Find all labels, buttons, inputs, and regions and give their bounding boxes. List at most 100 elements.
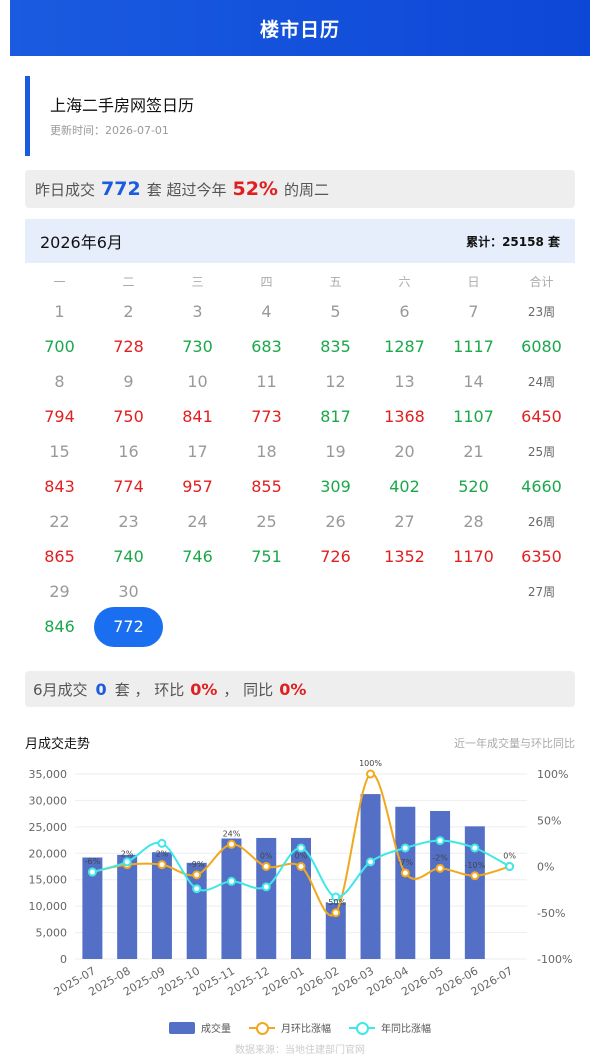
yoy-point — [505, 862, 515, 871]
mom-point — [400, 868, 410, 878]
legend-bar-swatch — [169, 1021, 195, 1034]
day-number[interactable]: 13 — [370, 372, 439, 391]
day-number[interactable]: 11 — [232, 372, 301, 391]
mom-point — [157, 860, 167, 870]
week-number: 26周 — [527, 515, 556, 529]
weekday-label: 三 — [191, 274, 204, 289]
day-value-row: 700 728 730 683 835 1287 1117 6080 — [25, 329, 575, 364]
yoy-point — [470, 843, 480, 853]
day-deal-value: 1368 — [384, 407, 425, 426]
y-right-tick-label: -100% — [537, 953, 572, 966]
day-number[interactable]: 12 — [301, 372, 370, 391]
y-left-tick-label: 25,000 — [29, 821, 68, 834]
day-number[interactable]: 23 — [94, 512, 163, 531]
day-number[interactable]: 14 — [439, 372, 508, 391]
day-number[interactable]: 22 — [25, 512, 94, 531]
weekday-label: 二 — [122, 274, 135, 289]
monthly-count: 0 — [95, 679, 107, 699]
monthly-sep: ， 同比 — [223, 680, 274, 699]
day-deal-value: 1352 — [384, 547, 425, 566]
day-number[interactable]: 4 — [232, 302, 301, 321]
monthly-mom: 0% — [190, 679, 218, 699]
info-block: 上海二手房网签日历 更新时间：2026-07-01 — [25, 76, 575, 156]
app-title: 楼市日历 — [259, 18, 340, 41]
mom-point — [226, 839, 236, 849]
day-number-row: 22 23 24 25 26 27 28 26周 — [25, 504, 575, 539]
day-number[interactable]: 24 — [163, 512, 232, 531]
day-deal-value: 520 — [458, 477, 489, 496]
yoy-point — [87, 867, 97, 877]
monthly-trend-chart: 0 5,000 10,000 15,000 20,000 25,000 30,000 35,0… — [29, 759, 573, 999]
yoy-point — [157, 838, 167, 848]
day-number[interactable]: 20 — [370, 442, 439, 461]
day-value-row: 843 774 957 855 309 402 520 4660 — [25, 469, 575, 504]
mom-data-label: 24% — [223, 829, 241, 838]
weekday-label: 五 — [329, 274, 342, 289]
month-header: 2026年6月 累计：25158 套 — [25, 219, 575, 263]
today-value[interactable]: 772 — [94, 606, 163, 647]
mom-data-label: -2% — [432, 853, 448, 862]
week-total-value: 6080 — [521, 337, 562, 356]
day-number[interactable]: 21 — [439, 442, 508, 461]
day-number[interactable]: 2 — [94, 302, 163, 321]
week-total-value: 6350 — [521, 547, 562, 566]
volume-bar — [430, 811, 451, 959]
calendar-grid: 一二三四五六日合计 1 2 3 4 5 6 7 23周 700 728 730 683 835 1287 11… — [25, 268, 575, 647]
mom-data-label: 2% — [121, 850, 134, 859]
day-number[interactable]: 28 — [439, 512, 508, 531]
day-number[interactable]: 29 — [25, 582, 94, 601]
day-number[interactable]: 27 — [370, 512, 439, 531]
yoy-point — [366, 857, 376, 867]
legend-item-volume[interactable]: 成交量 — [169, 1020, 231, 1035]
day-deal-value: 957 — [182, 477, 213, 496]
day-number[interactable]: 16 — [94, 442, 163, 461]
legend-item-mom[interactable]: 月环比涨幅 — [249, 1020, 331, 1035]
day-number[interactable]: 17 — [163, 442, 232, 461]
week-total-value: 4660 — [521, 477, 562, 496]
day-number[interactable]: 26 — [301, 512, 370, 531]
y-right-tick-label: 0% — [537, 861, 554, 874]
volume-bar — [360, 794, 381, 959]
day-number[interactable]: 8 — [25, 372, 94, 391]
day-number[interactable]: 15 — [25, 442, 94, 461]
mom-data-label: -7% — [398, 858, 414, 867]
monthly-summary: 6月成交 0 套 ， 环比 0% ， 同比 0% — [25, 671, 575, 707]
week-number: 25周 — [527, 445, 556, 459]
day-deal-value: 1117 — [453, 337, 494, 356]
day-deal-value: 846 — [44, 617, 75, 636]
day-number-row: 8 9 10 11 12 13 14 24周 — [25, 364, 575, 399]
day-number[interactable]: 25 — [232, 512, 301, 531]
y-left-tick-label: 15,000 — [29, 874, 68, 887]
weekday-label: 日 — [467, 274, 480, 289]
day-value-row: 794 750 841 773 817 1368 1107 6450 — [25, 399, 575, 434]
y-right-tick-label: 50% — [537, 814, 561, 827]
day-number[interactable]: 6 — [370, 302, 439, 321]
day-number[interactable]: 18 — [232, 442, 301, 461]
day-deal-value: 865 — [44, 547, 75, 566]
month-label[interactable]: 2026年6月 — [40, 229, 123, 253]
yoy-point — [435, 836, 445, 846]
mom-data-label: 100% — [359, 759, 382, 768]
legend-item-yoy[interactable]: 年同比涨幅 — [349, 1020, 431, 1035]
day-deal-value: 402 — [389, 477, 420, 496]
day-number[interactable]: 3 — [163, 302, 232, 321]
day-number[interactable]: 1 — [25, 302, 94, 321]
y-left-tick-label: 20,000 — [29, 847, 68, 860]
monthly-yoy: 0% — [279, 679, 307, 699]
day-deal-value: 740 — [113, 547, 144, 566]
day-number[interactable]: 9 — [94, 372, 163, 391]
day-number[interactable]: 10 — [163, 372, 232, 391]
day-number[interactable]: 19 — [301, 442, 370, 461]
mom-point — [331, 908, 341, 918]
yoy-point — [296, 843, 306, 853]
mom-data-label: -10% — [465, 861, 486, 870]
y-left-tick-label: 0 — [60, 953, 67, 966]
day-number[interactable]: 5 — [301, 302, 370, 321]
summary-suffix: 的周二 — [283, 180, 329, 199]
day-number[interactable]: 30 — [94, 582, 163, 601]
summary-unit: 套 超过今年 — [146, 180, 227, 199]
day-deal-value: 1287 — [384, 337, 425, 356]
day-number[interactable]: 7 — [439, 302, 508, 321]
monthly-prefix: 6月成交 — [33, 680, 88, 699]
weekday-label: 六 — [398, 274, 411, 289]
